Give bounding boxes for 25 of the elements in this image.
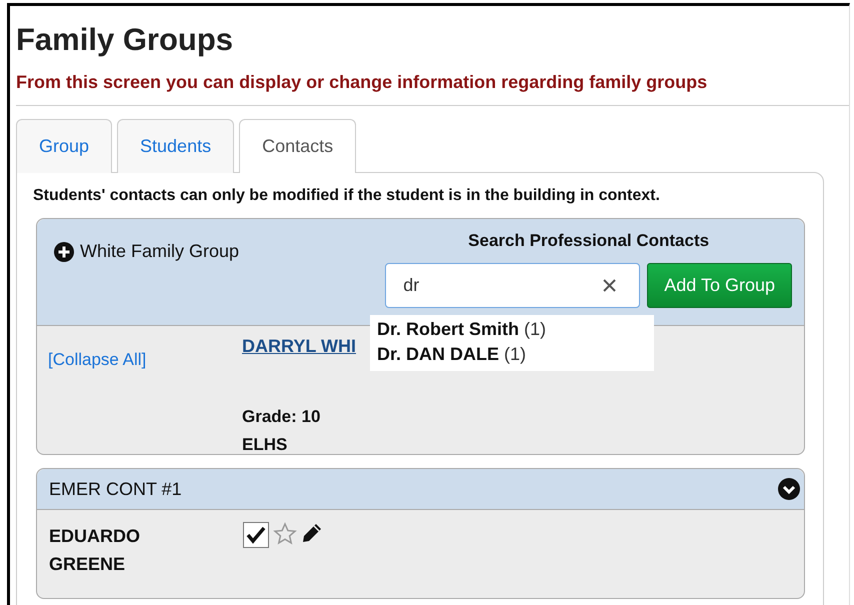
page-title: Family Groups [16,21,234,58]
tab[interactable]: Students [117,119,234,173]
contact-heading: EMER CONT #1 [49,478,182,500]
search-label: Search Professional Contacts [468,231,710,251]
chevron-down-circle-icon[interactable] [778,478,800,500]
page-subtitle: From this screen you can display or change information regarding family groups [16,72,708,93]
contact-name: EDUARDO [49,525,142,548]
collapse-all-link[interactable]: [Collapse All] [48,350,242,442]
plus-circle-icon[interactable] [54,242,74,262]
add-to-group-button[interactable]: Add To Group [647,263,792,308]
student-link[interactable]: DARRYL WHI [242,336,356,357]
pencil-icon[interactable] [301,522,323,544]
notice-text: Students' contacts can only be modified if the student is in the building in context. [32,186,661,205]
group-title: White Family Group [80,241,240,262]
suggestion-item[interactable]: Dr. Robert Smith (1) [377,319,654,340]
contact-name: GREENE [49,553,126,576]
tab[interactable]: Contacts [239,119,356,173]
student-grade: Grade: 10 [242,406,322,428]
tab[interactable]: Group [16,119,112,173]
search-field[interactable]: dr [385,263,640,308]
star-icon[interactable] [273,522,297,546]
suggestion-item[interactable]: Dr. DAN DALE (1) [377,344,654,365]
checkbox[interactable] [243,522,269,548]
student-school: ELHS [242,434,288,456]
clear-icon[interactable] [603,279,616,292]
